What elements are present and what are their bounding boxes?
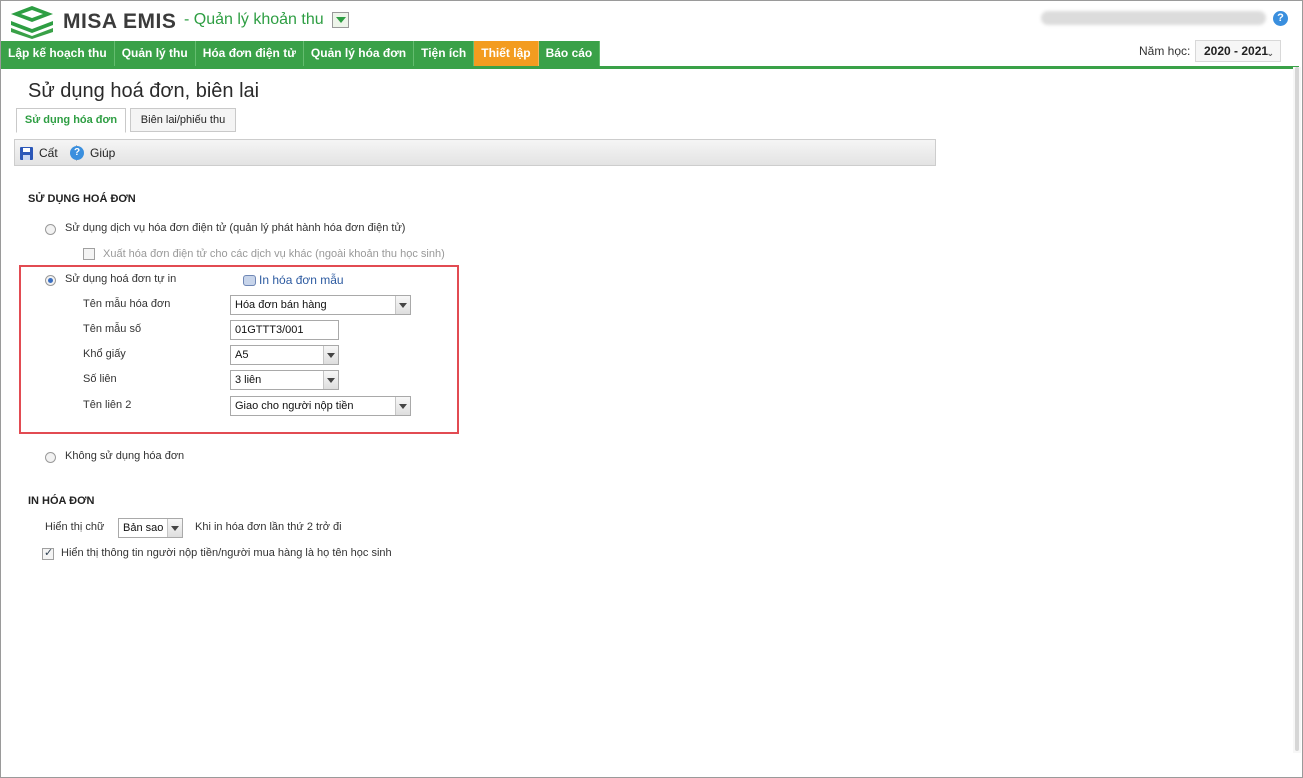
label-electronic-other-services: Xuất hóa đơn điện tử cho các dịch vụ khá… — [103, 248, 445, 260]
nav-item-0[interactable]: Lập kế hoạch thu — [1, 41, 115, 67]
save-button[interactable]: Cất — [20, 144, 58, 162]
select-copies[interactable]: 3 liên — [230, 370, 339, 390]
label-show-payer-info: Hiển thị thông tin người nộp tiền/người … — [61, 547, 392, 559]
save-label: Cất — [39, 146, 58, 160]
module-title: - Quản lý khoản thu — [184, 11, 324, 28]
label-template-code: Tên mẫu số — [83, 323, 142, 335]
label-self-print-invoice: Sử dụng hoá đơn tự in — [65, 273, 177, 285]
checkbox-electronic-other-services[interactable] — [83, 248, 95, 260]
nav-item-1[interactable]: Quản lý thu — [114, 41, 196, 67]
tab-receipts[interactable]: Biên lai/phiếu thu — [130, 108, 236, 132]
nav-item-2[interactable]: Hóa đơn điện tử — [195, 41, 304, 67]
label-display-text: Hiển thị chữ — [45, 521, 105, 533]
select-display-text[interactable]: Bản sao — [118, 518, 183, 538]
print-icon — [243, 274, 256, 286]
radio-self-print-invoice[interactable] — [45, 275, 56, 286]
select-template-name-value: Hóa đơn bán hàng — [235, 299, 327, 311]
nav-item-3[interactable]: Quản lý hóa đơn — [303, 41, 415, 67]
input-template-code[interactable]: 01GTTT3/001 — [230, 320, 339, 340]
school-year-select[interactable]: 2020 - 2021 ⌄ — [1195, 40, 1281, 62]
select-paper-size[interactable]: A5 — [230, 345, 339, 365]
chevron-down-icon: ⌄ — [1266, 48, 1274, 58]
checkbox-show-payer-info[interactable] — [42, 546, 54, 560]
label-template-name: Tên mẫu hóa đơn — [83, 298, 171, 310]
scrollbar-thumb[interactable] — [1295, 67, 1299, 751]
select-display-text-value: Bản sao — [123, 522, 164, 534]
school-year-value: 2020 - 2021 — [1204, 44, 1269, 58]
radio-no-invoice[interactable] — [45, 452, 56, 463]
section-title-print-invoice: IN HÓA ĐƠN — [28, 495, 95, 507]
user-info-blurred[interactable] — [1041, 11, 1266, 25]
select-copies-value: 3 liên — [235, 374, 262, 386]
chevron-down-icon — [395, 296, 410, 314]
app-header: MISA EMIS - Quản lý khoản thu ? — [1, 1, 1301, 41]
brand-name: MISA EMIS — [63, 10, 177, 33]
help-icon: ? — [70, 146, 84, 160]
radio-electronic-invoice[interactable] — [45, 224, 56, 235]
school-year-label: Năm học: — [1139, 44, 1191, 58]
label-no-invoice: Không sử dụng hóa đơn — [65, 450, 185, 462]
select-copy2-name-value: Giao cho người nộp tiền — [235, 400, 354, 412]
select-paper-size-value: A5 — [235, 349, 249, 361]
save-icon — [20, 146, 33, 160]
label-copies: Số liên — [83, 373, 117, 385]
chevron-down-icon — [395, 397, 410, 415]
misa-logo-icon — [11, 6, 53, 39]
page-title: Sử dụng hoá đơn, biên lai — [28, 80, 260, 102]
select-template-name[interactable]: Hóa đơn bán hàng — [230, 295, 411, 315]
module-switcher-chevron-down-icon[interactable] — [332, 12, 349, 28]
display-text-note: Khi in hóa đơn lần thứ 2 trở đi — [195, 521, 342, 533]
chevron-down-icon — [167, 519, 182, 537]
nav-item-4[interactable]: Tiện ích — [414, 41, 475, 67]
chevron-down-icon — [323, 371, 338, 389]
select-copy2-name[interactable]: Giao cho người nộp tiền — [230, 396, 411, 416]
label-electronic-invoice: Sử dụng dịch vụ hóa đơn điện tử (quản lý… — [65, 222, 406, 234]
main-nav: Lập kế hoạch thu Quản lý thu Hóa đơn điện … — [1, 41, 601, 67]
nav-item-5[interactable]: Thiết lập — [474, 41, 539, 67]
section-title-invoice-usage: SỬ DỤNG HOÁ ĐƠN — [28, 193, 136, 205]
chevron-down-icon — [323, 346, 338, 364]
help-label: Giúp — [90, 146, 116, 160]
nav-underline — [1, 66, 1299, 69]
print-sample-label: In hóa đơn mẫu — [259, 273, 344, 287]
toolbar: Cất ? Giúp — [14, 139, 936, 166]
tab-invoice-usage[interactable]: Sử dụng hóa đơn — [16, 108, 126, 133]
nav-item-6[interactable]: Báo cáo — [538, 41, 601, 67]
label-copy2-name: Tên liên 2 — [83, 399, 132, 411]
label-paper-size: Khổ giấy — [83, 348, 126, 360]
print-sample-link[interactable]: In hóa đơn mẫu — [243, 273, 344, 287]
help-button[interactable]: ? Giúp — [70, 144, 115, 162]
help-icon[interactable]: ? — [1273, 11, 1288, 26]
